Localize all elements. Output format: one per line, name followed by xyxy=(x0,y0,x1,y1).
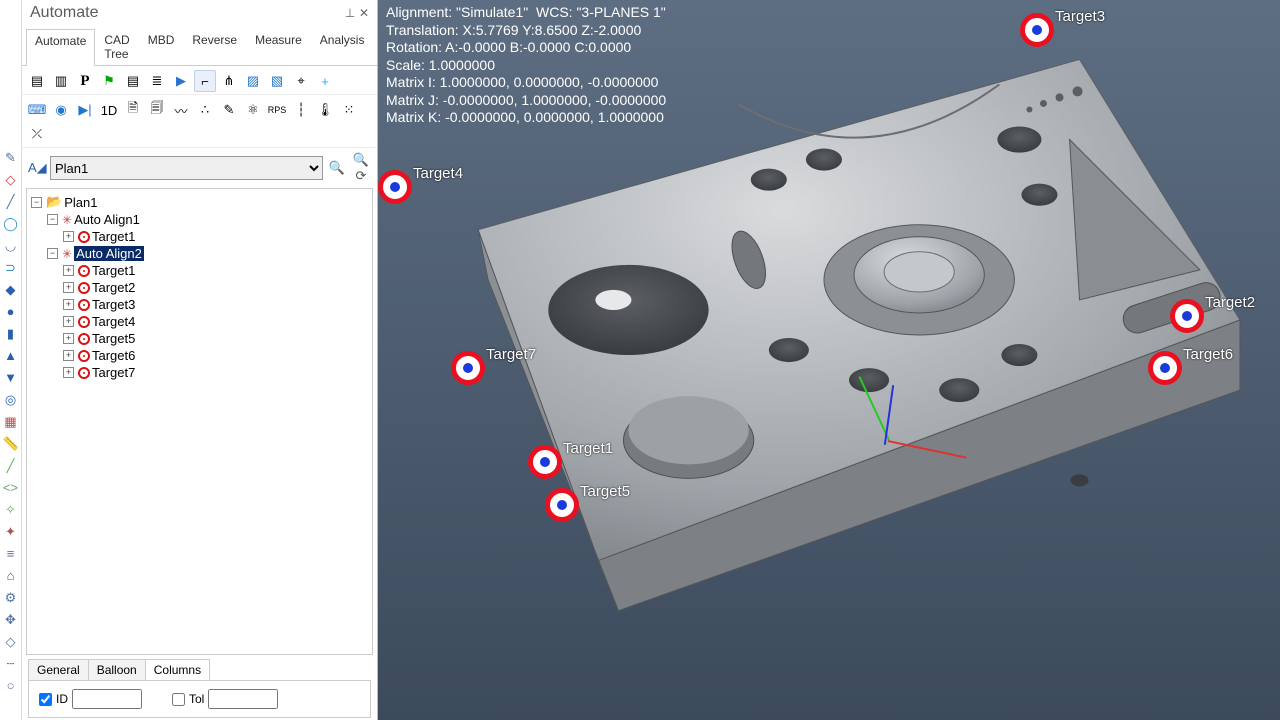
doc-icon[interactable]: ▤ xyxy=(26,70,48,92)
angle-icon[interactable]: <> xyxy=(3,480,19,496)
tab-measure[interactable]: Measure xyxy=(246,28,311,65)
funnel-icon[interactable]: ▼ xyxy=(3,370,19,386)
sphere-icon[interactable]: ● xyxy=(3,304,19,320)
target-marker[interactable]: Target3 xyxy=(1020,13,1054,47)
toolbar-row2: ⌨◉▶|1D🗎🗐〰∴✎⚛RPS┆🌡⁙ ⤫ xyxy=(22,95,377,148)
pencil-icon[interactable]: ✎ xyxy=(3,150,19,166)
oneD-icon[interactable]: 1D xyxy=(98,99,120,121)
target-marker[interactable]: Target1 xyxy=(528,445,562,479)
plan-select[interactable]: Plan1 xyxy=(50,156,323,180)
tol-checkbox[interactable]: Tol xyxy=(172,689,278,709)
bottom-tab-general[interactable]: General xyxy=(28,659,89,680)
ortho-icon[interactable]: ⌐ xyxy=(194,70,216,92)
toolbar-row1: ▤▥P⚑▤≣▶⌐⋔▨▧⌖+ xyxy=(22,66,377,95)
align-plan-icon[interactable]: A◢ xyxy=(28,160,46,176)
link-icon[interactable]: ⋔ xyxy=(218,70,240,92)
tab-cad-tree[interactable]: CAD Tree xyxy=(95,28,138,65)
panel-title: Automate xyxy=(30,4,343,22)
mesh-icon[interactable]: ▦ xyxy=(3,414,19,430)
sweep-icon[interactable]: ⊃ xyxy=(3,260,19,276)
graph-icon[interactable]: ✎ xyxy=(218,99,240,121)
grid-icon[interactable]: ⁙ xyxy=(338,99,360,121)
spark2-icon[interactable]: ✦ xyxy=(3,524,19,540)
sep2-icon[interactable]: ┄ xyxy=(3,656,19,672)
search-icon[interactable]: 🔍 xyxy=(327,160,347,176)
p-icon[interactable]: P xyxy=(74,70,96,92)
circle-icon[interactable]: ◯ xyxy=(3,216,19,232)
probe-icon[interactable]: ⌖ xyxy=(290,70,312,92)
tab-reverse[interactable]: Reverse xyxy=(183,28,246,65)
target-marker[interactable]: Target7 xyxy=(451,351,485,385)
tab-mbd[interactable]: MBD xyxy=(139,28,184,65)
move-icon[interactable]: ✥ xyxy=(3,612,19,628)
gear-icon[interactable]: ⚙ xyxy=(3,590,19,606)
camera-icon[interactable]: ⌨ xyxy=(26,99,48,121)
line2-icon[interactable]: ╱ xyxy=(3,458,19,474)
stat-icon[interactable]: ⚛ xyxy=(242,99,264,121)
ring-icon[interactable]: ○ xyxy=(3,678,19,694)
slash-icon[interactable]: ╱ xyxy=(3,194,19,210)
bottom-tab-balloon[interactable]: Balloon xyxy=(88,659,146,680)
tree-target[interactable]: + Target5 xyxy=(63,330,370,347)
rps-icon[interactable]: RPS xyxy=(266,99,288,121)
tab-automate[interactable]: Automate xyxy=(26,29,95,66)
play-icon[interactable]: ▶ xyxy=(170,70,192,92)
tree-target[interactable]: + Target1 xyxy=(63,262,370,279)
scatter-icon[interactable]: ∴ xyxy=(194,99,216,121)
flag-icon[interactable]: ⚑ xyxy=(98,70,120,92)
clipboard-icon[interactable]: 🗐 xyxy=(146,99,168,121)
viewport-3d[interactable]: Alignment: "Simulate1" WCS: "3-PLANES 1"… xyxy=(378,0,1280,720)
tree-target[interactable]: + Target3 xyxy=(63,296,370,313)
report-icon[interactable]: 🗎 xyxy=(122,99,144,121)
globe-icon[interactable]: ◉ xyxy=(50,99,72,121)
target-marker[interactable]: Target4 xyxy=(378,170,412,204)
automate-panel: Automate ⊥ ✕ AutomateCAD TreeMBDReverseM… xyxy=(22,0,378,720)
axis-icon[interactable]: ⤫ xyxy=(26,123,48,145)
sheet-icon[interactable]: ▤ xyxy=(122,70,144,92)
torus-icon[interactable]: ◎ xyxy=(3,392,19,408)
ruler-icon[interactable]: 📏 xyxy=(3,436,19,452)
list-icon[interactable]: ≣ xyxy=(146,70,168,92)
panel-tabs: AutomateCAD TreeMBDReverseMeasureAnalysi… xyxy=(22,28,377,66)
target-marker[interactable]: Target5 xyxy=(545,488,579,522)
left-tool-rail: ✎ ◇ ╱ ◯ ◡ ⊃ ◆ ● ▮ ▲ ▼ ◎ ▦ 📏 ╱ <> ✧ ✦ ≡ ⌂ ⚙ ✥ ◇ ┄ ○ xyxy=(0,0,22,720)
close-icon[interactable]: ✕ xyxy=(357,6,371,20)
id-field[interactable] xyxy=(72,689,142,709)
arc-icon[interactable]: ◡ xyxy=(3,238,19,254)
tree-target[interactable]: + Target7 xyxy=(63,364,370,381)
cyl-icon[interactable]: ▮ xyxy=(3,326,19,342)
thermo-icon[interactable]: 🌡 xyxy=(314,99,336,121)
plan-tree[interactable]: −📂 Plan1−✳ Auto Align1+ Target1−✳ Auto A… xyxy=(26,188,373,655)
tab-analysis[interactable]: Analysis xyxy=(311,28,374,65)
target-marker[interactable]: Target6 xyxy=(1148,351,1182,385)
pin-icon[interactable]: ◇ xyxy=(3,172,19,188)
tol-field[interactable] xyxy=(208,689,278,709)
cone-icon[interactable]: ▲ xyxy=(3,348,19,364)
tree-node[interactable]: −✳ Auto Align2 xyxy=(47,245,370,262)
step-icon[interactable]: ▶| xyxy=(74,99,96,121)
tree-target[interactable]: + Target2 xyxy=(63,279,370,296)
sep-icon[interactable]: ┆ xyxy=(290,99,312,121)
tree-target[interactable]: + Target4 xyxy=(63,313,370,330)
stack-icon[interactable]: ≡ xyxy=(3,546,19,562)
curve-icon[interactable]: 〰 xyxy=(170,99,192,121)
bottom-tabs: GeneralBalloonColumns ID Tol xyxy=(22,655,377,720)
tree-target[interactable]: + Target1 xyxy=(63,228,370,245)
panel-icon[interactable]: ▥ xyxy=(50,70,72,92)
spark1-icon[interactable]: ✧ xyxy=(3,502,19,518)
hatch2-icon[interactable]: ▧ xyxy=(266,70,288,92)
plus-icon[interactable]: + xyxy=(314,70,336,92)
solid1-icon[interactable]: ◆ xyxy=(3,282,19,298)
target-marker[interactable]: Target2 xyxy=(1170,299,1204,333)
bottom-tab-columns[interactable]: Columns xyxy=(145,659,210,680)
pin-icon[interactable]: ⊥ xyxy=(343,6,357,20)
tree-target[interactable]: + Target6 xyxy=(63,347,370,364)
refresh-search-icon[interactable]: 🔍⟳ xyxy=(351,152,371,184)
id-checkbox[interactable]: ID xyxy=(39,689,142,709)
cad-part xyxy=(438,30,1260,630)
tree-node[interactable]: −✳ Auto Align1 xyxy=(47,211,370,228)
hatch1-icon[interactable]: ▨ xyxy=(242,70,264,92)
diamond2-icon[interactable]: ◇ xyxy=(3,634,19,650)
home-icon[interactable]: ⌂ xyxy=(3,568,19,584)
